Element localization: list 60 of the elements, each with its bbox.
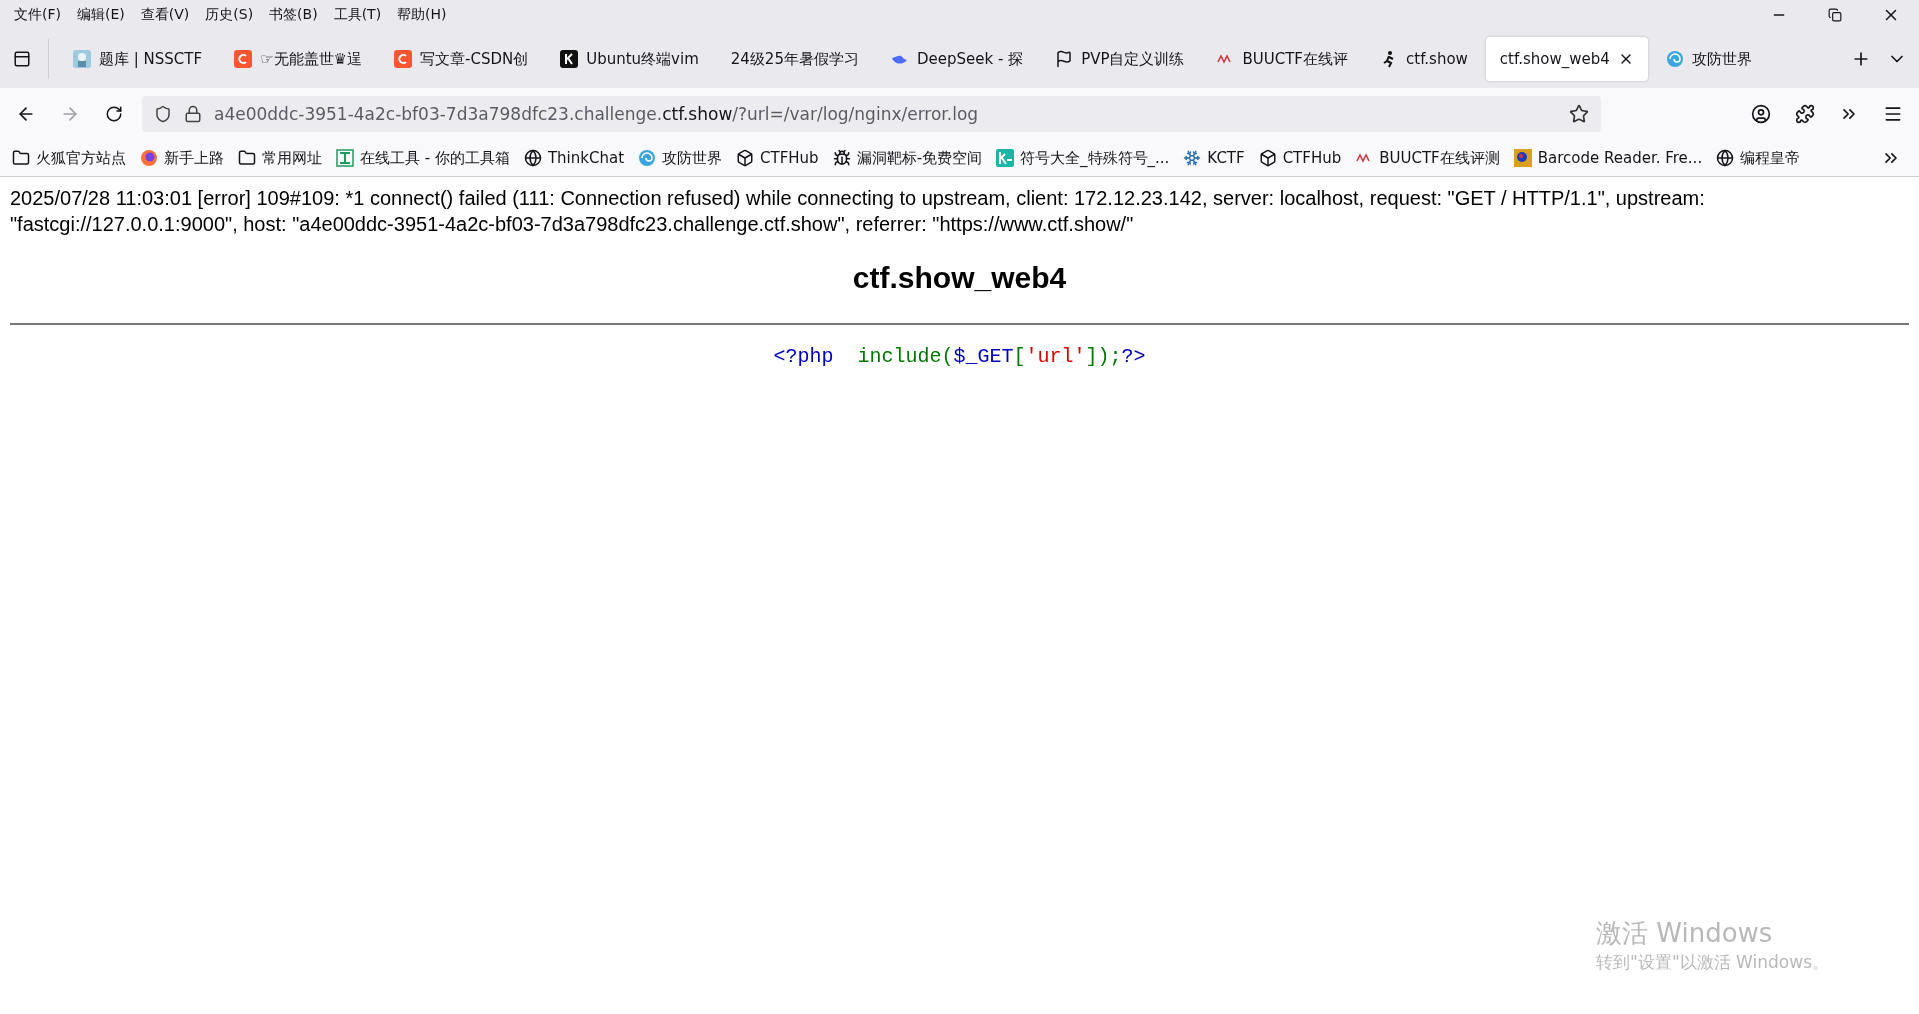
- menu-item[interactable]: 帮助(H): [389, 6, 455, 24]
- fox-icon: [140, 149, 158, 167]
- menu-item[interactable]: 工具(T): [325, 6, 390, 24]
- browser-tab[interactable]: ctf.show_web4: [1485, 37, 1648, 81]
- browser-tab[interactable]: DeepSeek - 探: [876, 37, 1038, 81]
- swirl-icon: [1665, 50, 1684, 68]
- menu-item[interactable]: 查看(V): [132, 6, 198, 24]
- browser-tab[interactable]: BUUCTF在线评: [1202, 37, 1362, 81]
- globe-icon: [1716, 149, 1735, 167]
- globe-grid-icon: [1513, 149, 1532, 167]
- bookmark[interactable]: 编程皇帝: [1716, 148, 1801, 168]
- cube-icon: [736, 149, 755, 167]
- browser-tab[interactable]: ☞无能盖世♛逞: [220, 37, 377, 81]
- bookmark[interactable]: 漏洞靶标-免费空间: [832, 148, 983, 168]
- bookmark[interactable]: Barcode Reader. Fre...: [1513, 149, 1703, 167]
- browser-tab[interactable]: 写文章-CSDN创: [380, 37, 543, 81]
- bookmark[interactable]: 火狐官方站点: [12, 148, 126, 168]
- bookmark[interactable]: ThinkChat: [523, 149, 625, 167]
- browser-tab[interactable]: ctf.show: [1366, 37, 1482, 81]
- ke-icon: [996, 149, 1015, 167]
- cube-icon: [1258, 149, 1277, 167]
- bookmark[interactable]: 攻防世界: [638, 148, 723, 168]
- snowflake-icon: [1183, 149, 1202, 167]
- csdn-icon: [394, 50, 413, 68]
- activation-title: 激活 Windows: [1596, 917, 1774, 950]
- lock-icon[interactable]: [184, 105, 202, 123]
- browser-tab[interactable]: Ubuntu终端vim: [546, 37, 713, 81]
- swirl-icon: [638, 149, 657, 167]
- flag-icon: [1055, 50, 1074, 68]
- bookmark[interactable]: 在线工具 - 你的工具箱: [336, 148, 510, 168]
- folder-icon: [12, 149, 30, 167]
- bookmark[interactable]: 符号大全_特殊符号_...: [996, 148, 1170, 168]
- code-line: <?php include($_GET['url']);?>: [772, 345, 1147, 368]
- bookmark[interactable]: 常用网址: [238, 148, 322, 168]
- menu-item[interactable]: 编辑(E): [69, 6, 133, 24]
- star-icon: [1569, 104, 1589, 124]
- browser-tab[interactable]: 攻防世界: [1651, 37, 1766, 81]
- address-bar[interactable]: a4e00ddc-3951-4a2c-bf03-7d3a798dfc23.challenge.ctf.show/?url=/var/log/nginx/error.log: [142, 96, 1601, 132]
- globe-icon: [523, 149, 542, 167]
- shield-icon[interactable]: [154, 105, 172, 123]
- bookmark[interactable]: KCTF: [1183, 149, 1245, 167]
- browser-tab[interactable]: 题库 | NSSCTF: [59, 37, 217, 81]
- bookmark[interactable]: CTFHub: [1258, 149, 1342, 167]
- error-log-text: 2025/07/28 11:03:01 [error] 109#109: *1 connect() failed (111: Connection refused) while connecting to upstream, client: 172.12.23.142, server: localhost, request: "GET / HTTP/1.1", upstream: "fastcgi://127.0.0.1:9000", host: "a4e00ddc-3951-4a2c-bf03-7d3a798dfc23.challenge.ctf.show", referrer: "https://www.ctf.show/": [10, 186, 1706, 237]
- browser-tab[interactable]: PVP自定义训练: [1041, 37, 1199, 81]
- bookmark[interactable]: BUUCTF在线评测: [1355, 148, 1500, 168]
- page-title: ctf.show_web4: [851, 261, 1068, 295]
- bug-icon: [832, 149, 851, 167]
- k-icon: [560, 50, 579, 68]
- menu-item[interactable]: 书签(B): [261, 6, 326, 24]
- bookmark[interactable]: 新手上路: [140, 148, 224, 168]
- browser-tab[interactable]: 24级25年暑假学习: [716, 37, 873, 81]
- csdn-icon: [234, 50, 253, 68]
- figure-icon: [73, 50, 91, 68]
- activation-text: 转到"设置"以激活 Windows。: [1596, 951, 1829, 974]
- bookmark[interactable]: CTFHub: [736, 149, 819, 167]
- folder-icon: [238, 149, 256, 167]
- menu-item[interactable]: 文件(F): [6, 6, 69, 24]
- menu-item[interactable]: 历史(S): [197, 6, 262, 24]
- tool-icon: [336, 149, 354, 167]
